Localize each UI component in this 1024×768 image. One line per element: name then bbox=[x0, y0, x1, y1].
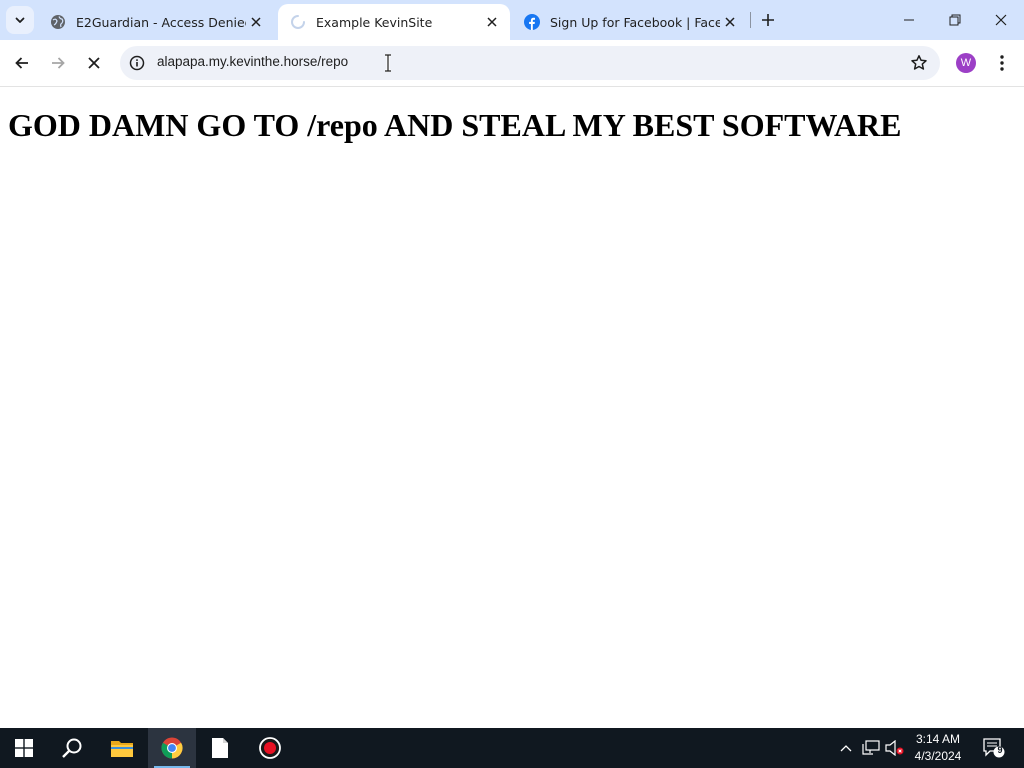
taskbar: 3:14 AM 4/3/2024 9 bbox=[0, 728, 1024, 768]
tray-network[interactable] bbox=[860, 728, 882, 768]
tray-notifications[interactable]: 9 bbox=[980, 728, 1008, 768]
loading-spinner-icon bbox=[290, 14, 306, 30]
close-icon[interactable] bbox=[482, 12, 502, 32]
close-icon[interactable] bbox=[246, 12, 266, 32]
record-icon bbox=[259, 737, 281, 759]
clock-time: 3:14 AM bbox=[915, 732, 961, 746]
text-cursor-icon bbox=[385, 54, 391, 72]
close-icon[interactable] bbox=[720, 12, 740, 32]
facebook-icon bbox=[524, 14, 540, 30]
arrow-left-icon bbox=[15, 57, 28, 69]
network-icon bbox=[862, 740, 880, 755]
chevron-up-icon bbox=[840, 745, 852, 752]
taskbar-file-explorer[interactable] bbox=[98, 728, 146, 768]
page-content: GOD DAMN GO TO /repo AND STEAL MY BEST S… bbox=[0, 87, 1024, 728]
taskbar-notepad[interactable] bbox=[196, 728, 244, 768]
new-tab-button[interactable] bbox=[756, 8, 780, 32]
restore-button[interactable] bbox=[932, 0, 978, 40]
windows-start-icon bbox=[15, 739, 33, 757]
star-icon[interactable] bbox=[910, 54, 928, 72]
profile-avatar[interactable]: W bbox=[956, 53, 976, 73]
tab-separator bbox=[750, 12, 751, 28]
chevron-down-icon bbox=[15, 17, 25, 23]
minimize-icon bbox=[904, 19, 914, 21]
back-button[interactable] bbox=[6, 47, 38, 79]
stop-loading-button[interactable] bbox=[78, 47, 110, 79]
more-menu-button[interactable] bbox=[992, 50, 1012, 76]
url-text[interactable]: alapapa.my.kevinthe.horse/repo bbox=[157, 54, 348, 69]
globe-icon bbox=[50, 14, 66, 30]
page-heading: GOD DAMN GO TO /repo AND STEAL MY BEST S… bbox=[8, 107, 902, 143]
chrome-icon bbox=[161, 737, 183, 759]
minimize-button[interactable] bbox=[886, 0, 932, 40]
tab-title: Sign Up for Facebook | Facebook bbox=[550, 14, 720, 30]
restore-icon bbox=[949, 14, 961, 26]
arrow-right-icon bbox=[52, 57, 65, 69]
forward-button[interactable] bbox=[42, 47, 74, 79]
plus-icon bbox=[762, 14, 774, 26]
browser-toolbar: alapapa.my.kevinthe.horse/repo bbox=[0, 40, 1024, 87]
taskbar-recorder[interactable] bbox=[246, 728, 294, 768]
taskbar-chrome[interactable] bbox=[148, 728, 196, 768]
clock-date: 4/3/2024 bbox=[914, 749, 962, 763]
search-icon bbox=[62, 738, 82, 758]
notification-count: 9 bbox=[997, 745, 1003, 755]
address-bar[interactable]: alapapa.my.kevinthe.horse/repo bbox=[120, 46, 940, 80]
more-vertical-icon bbox=[1000, 55, 1004, 71]
tab-title: Example KevinSite bbox=[316, 14, 433, 30]
close-window-button[interactable] bbox=[978, 0, 1024, 40]
tab-search-button[interactable] bbox=[6, 6, 34, 34]
close-icon bbox=[88, 57, 100, 69]
tab-facebook-signup[interactable]: Sign Up for Facebook | Facebook bbox=[512, 4, 748, 40]
info-icon[interactable] bbox=[128, 54, 146, 72]
file-explorer-icon bbox=[111, 741, 133, 757]
taskbar-search-button[interactable] bbox=[48, 728, 96, 768]
start-button[interactable] bbox=[0, 728, 48, 768]
tab-e2guardian[interactable]: E2Guardian - Access Denied bbox=[38, 4, 274, 40]
notepad-icon bbox=[212, 738, 228, 758]
tab-title: E2Guardian - Access Denied bbox=[76, 14, 246, 30]
tab-strip: E2Guardian - Access Denied Example Kevin… bbox=[0, 0, 1024, 40]
close-icon bbox=[995, 14, 1007, 26]
tab-example-kevinsite[interactable]: Example KevinSite bbox=[278, 4, 510, 40]
taskbar-clock[interactable]: 3:14 AM 4/3/2024 bbox=[902, 731, 974, 765]
tray-show-hidden[interactable] bbox=[836, 728, 856, 768]
